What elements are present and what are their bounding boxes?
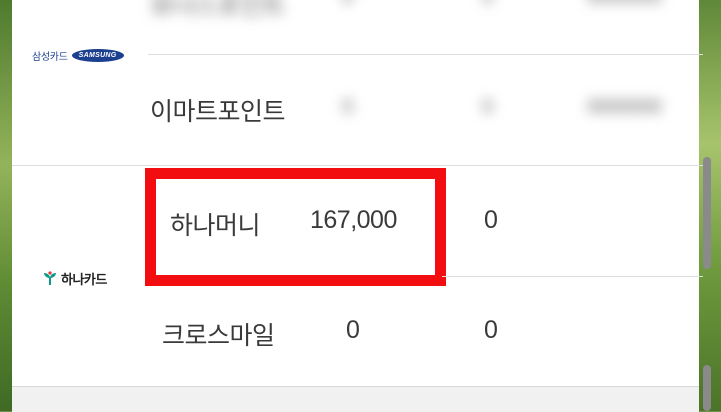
samsung-card-logo: 삼성카드 SAMSUNG: [32, 45, 132, 65]
row-divider: [442, 276, 703, 277]
points-panel: 삼성카드 SAMSUNG 보너스포인트 0 0 0000000 이마트포인트 0…: [12, 0, 711, 412]
row-name-emart-point: 이마트포인트: [150, 98, 286, 126]
row-value1-emart-point: 0: [342, 96, 353, 118]
samsung-logo-oval: SAMSUNG: [71, 48, 124, 62]
highlight-box: [145, 168, 446, 286]
row-value2-bonus-point: 0: [482, 0, 493, 9]
hana-card-logo-korean: 하나카드: [61, 271, 107, 287]
row-value2-emart-point: 0: [482, 96, 493, 118]
row-value3-emart-point: 0000000: [587, 96, 662, 118]
row-value1-bonus-point: 0: [342, 0, 353, 9]
row-name-bonus-point: 보너스포인트: [150, 0, 286, 20]
row-name-cross-mile: 크로스마일: [162, 322, 275, 350]
footer-band: [12, 386, 699, 412]
samsung-card-logo-korean: 삼성카드: [32, 51, 68, 63]
row-divider: [148, 54, 703, 55]
card-group-divider: [12, 165, 703, 166]
hana-card-logo: 하나카드: [42, 268, 107, 288]
scrollbar-thumb[interactable]: [703, 157, 711, 269]
row-value2-hana-money: 0: [484, 206, 498, 234]
row-value2-cross-mile: 0: [484, 316, 498, 344]
hana-leaf-icon: [44, 271, 56, 285]
background-foliage-left: [0, 0, 12, 411]
row-value1-cross-mile: 0: [346, 316, 360, 344]
row-value3-bonus-point: 0000000: [587, 0, 662, 9]
scrollbar-thumb-lower[interactable]: [703, 365, 711, 411]
